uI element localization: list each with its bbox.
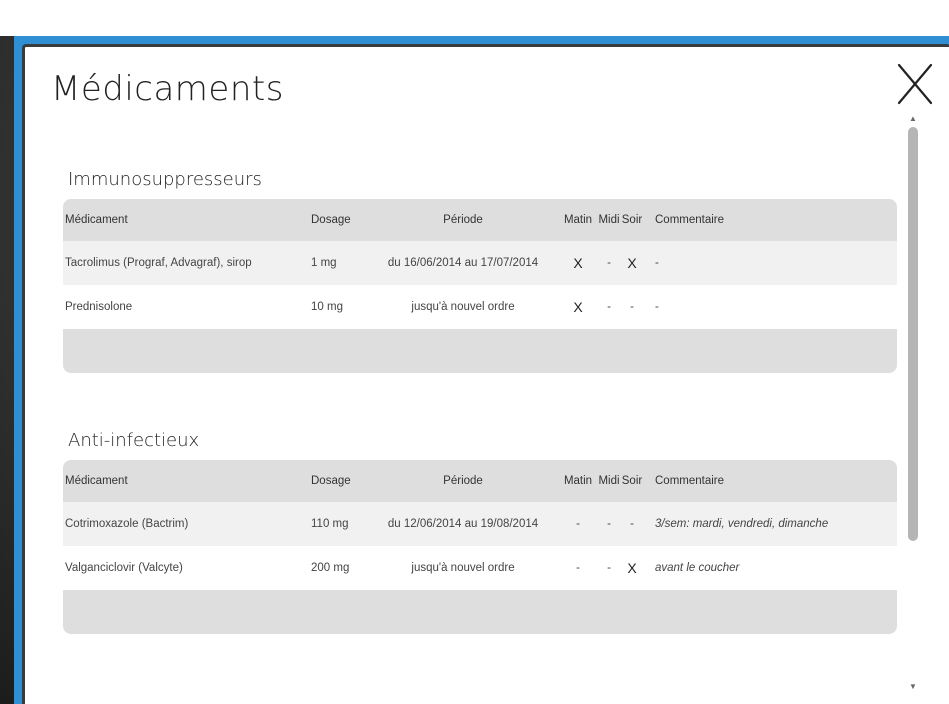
cell-periode: du 12/06/2014 au 19/08/2014 — [387, 518, 539, 530]
cell-midi: - — [607, 518, 611, 530]
col-header-soir: Soir — [621, 475, 643, 487]
cell-soir: - — [630, 301, 634, 313]
cell-soir: - — [630, 518, 634, 530]
cell-commentaire: avant le coucher — [655, 562, 740, 574]
col-header-periode: Période — [443, 214, 483, 226]
table-row: Prednisolone 10 mg jusqu'à nouvel ordre … — [63, 285, 897, 329]
scroll-down-arrow-icon[interactable]: ▼ — [906, 681, 920, 693]
cell-commentaire: - — [655, 257, 659, 269]
cell-matin: X — [573, 255, 583, 271]
cell-medicament: Prednisolone — [65, 301, 133, 313]
cell-matin: - — [576, 562, 580, 574]
vertical-scrollbar[interactable]: ▲ ▼ — [906, 113, 920, 693]
section-title-immunosuppresseurs: Immunosuppresseurs — [68, 169, 262, 190]
section-title-anti-infectieux: Anti-infectieux — [68, 430, 200, 451]
modal-content: Immunosuppresseurs Médicament Dosage Pér… — [63, 47, 898, 704]
col-header-soir: Soir — [621, 214, 643, 226]
table-anti-infectieux: Médicament Dosage Période Matin Midi Soi… — [63, 460, 897, 634]
col-header-medicament: Médicament — [65, 475, 128, 487]
cell-periode: jusqu'à nouvel ordre — [411, 301, 515, 313]
medications-modal: Médicaments ▲ ▼ Immunosuppresseurs Médic… — [22, 44, 949, 704]
scroll-up-arrow-icon[interactable]: ▲ — [906, 113, 920, 125]
scrollbar-thumb[interactable] — [908, 127, 918, 541]
cell-dosage: 200 mg — [311, 562, 350, 574]
col-header-periode: Période — [443, 475, 483, 487]
table-row: Tacrolimus (Prograf, Advagraf), sirop 1 … — [63, 241, 897, 285]
cell-soir: X — [627, 255, 637, 271]
cell-midi: - — [607, 562, 611, 574]
cell-dosage: 110 mg — [311, 518, 349, 530]
table-header-row: Médicament Dosage Période Matin Midi Soi… — [63, 460, 897, 502]
cell-medicament: Tacrolimus (Prograf, Advagraf), sirop — [65, 257, 252, 269]
col-header-commentaire: Commentaire — [655, 475, 725, 487]
cell-medicament: Cotrimoxazole (Bactrim) — [65, 518, 189, 530]
col-header-dosage: Dosage — [311, 475, 351, 487]
col-header-medicament: Médicament — [65, 214, 128, 226]
table-footer — [63, 329, 897, 373]
col-header-midi: Midi — [598, 214, 620, 226]
table-row: Cotrimoxazole (Bactrim) 110 mg du 12/06/… — [63, 502, 897, 546]
cell-medicament: Valganciclovir (Valcyte) — [65, 562, 183, 574]
cell-dosage: 1 mg — [311, 257, 337, 269]
col-header-matin: Matin — [563, 214, 593, 226]
cell-soir: X — [627, 560, 637, 576]
cell-dosage: 10 mg — [311, 301, 343, 313]
top-bar — [0, 0, 949, 36]
cell-periode: jusqu'à nouvel ordre — [411, 562, 515, 574]
col-header-midi: Midi — [598, 475, 620, 487]
cell-commentaire: - — [655, 301, 659, 313]
table-row: Valganciclovir (Valcyte) 200 mg jusqu'à … — [63, 546, 897, 590]
table-immunosuppresseurs: Médicament Dosage Période Matin Midi Soi… — [63, 199, 897, 373]
col-header-dosage: Dosage — [311, 214, 351, 226]
cell-commentaire: 3/sem: mardi, vendredi, dimanche — [655, 518, 829, 530]
col-header-commentaire: Commentaire — [655, 214, 725, 226]
cell-periode: du 16/06/2014 au 17/07/2014 — [387, 257, 539, 269]
table-footer — [63, 590, 897, 634]
cell-matin: - — [576, 518, 580, 530]
col-header-matin: Matin — [563, 475, 593, 487]
close-icon[interactable] — [893, 59, 937, 109]
cell-midi: - — [607, 301, 611, 313]
cell-midi: - — [607, 257, 611, 269]
cell-matin: X — [573, 299, 583, 315]
table-header-row: Médicament Dosage Période Matin Midi Soi… — [63, 199, 897, 241]
